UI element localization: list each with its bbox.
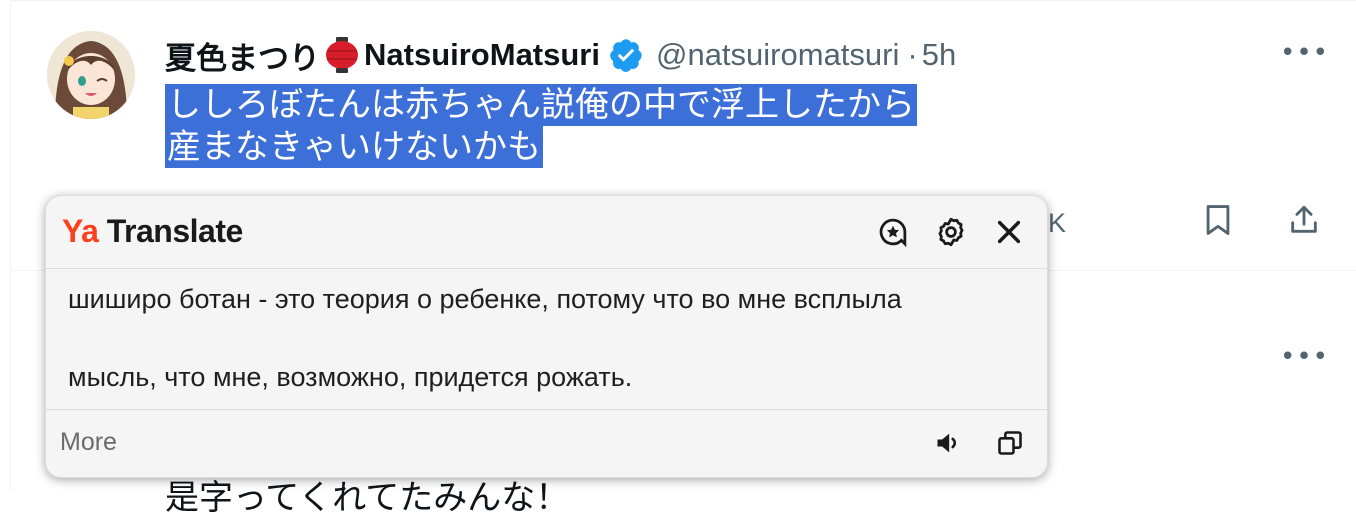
brand-name: Translate — [106, 213, 244, 249]
translation-line-2: мысль, что мне, возможно, придется рожат… — [68, 362, 633, 392]
tweet-text-line-2: 産まなきゃいけないかも — [165, 126, 543, 168]
more-options-icon-next[interactable]: ••• — [1280, 342, 1329, 372]
more-options-icon[interactable]: ••• — [1280, 38, 1329, 68]
close-icon[interactable] — [991, 214, 1027, 250]
popup-footer: More — [46, 409, 1047, 477]
brand-ya: Ya — [62, 213, 99, 249]
copy-icon[interactable] — [995, 428, 1025, 458]
timestamp[interactable]: 5h — [922, 37, 956, 73]
popup-footer-actions — [933, 428, 1025, 458]
translation-line-1: шиширо ботан - это теория о ребенке, пот… — [68, 284, 902, 314]
tweet-text: ししろぼたんは赤ちゃん説俺の中で浮上したから 産まなきゃいけないかも — [165, 84, 917, 168]
tweet-header: 夏色まつり NatsuiroMatsuri @natsuiromatsuri ·… — [165, 33, 956, 77]
top-divider — [11, 0, 1356, 1]
tweet-actions — [1201, 201, 1321, 239]
translate-popup: Ya Translate шиширо ботан - это теория о… — [45, 195, 1048, 478]
display-name[interactable]: 夏色まつり — [165, 33, 320, 78]
more-link[interactable]: More — [60, 428, 117, 457]
speaker-icon[interactable] — [933, 428, 963, 458]
brand-logo: Ya Translate — [62, 213, 243, 250]
tweet-text-line-1: ししろぼたんは赤ちゃん説俺の中で浮上したから — [165, 84, 917, 126]
engagement-count: K — [1048, 208, 1067, 238]
separator-dot: · — [907, 37, 918, 72]
popup-header: Ya Translate — [46, 196, 1047, 269]
display-name-suffix[interactable]: NatsuiroMatsuri — [364, 37, 600, 73]
verified-badge-icon — [610, 39, 642, 72]
share-icon[interactable] — [1287, 201, 1321, 239]
avatar[interactable] — [47, 31, 135, 119]
handle[interactable]: @natsuiromatsuri — [656, 37, 899, 73]
lantern-emoji-icon — [326, 37, 358, 73]
favorite-star-icon[interactable] — [875, 214, 911, 250]
bookmark-icon[interactable] — [1201, 201, 1235, 239]
popup-header-actions — [875, 214, 1027, 250]
settings-gear-icon[interactable] — [933, 214, 969, 250]
